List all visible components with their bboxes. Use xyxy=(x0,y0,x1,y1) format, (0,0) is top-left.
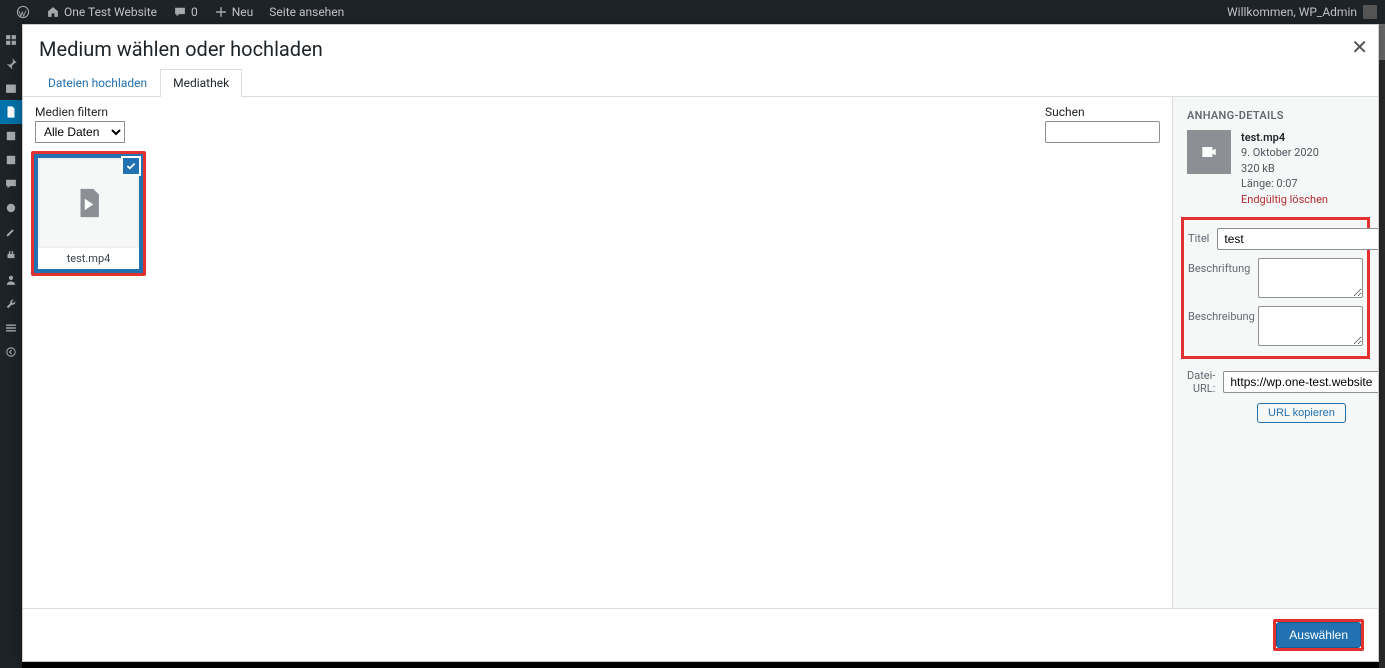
brush-icon xyxy=(4,225,18,239)
menu-users[interactable] xyxy=(0,268,22,292)
user-icon xyxy=(4,273,18,287)
filter-label: Medien filtern xyxy=(35,105,125,119)
caption-label: Beschriftung xyxy=(1188,258,1250,275)
sidebar-heading: ANHANG-DETAILS xyxy=(1187,109,1364,122)
attachment-info: test.mp4 9. Oktober 2020 320 kB Länge: 0… xyxy=(1187,130,1364,207)
comments-link[interactable]: 0 xyxy=(165,5,206,19)
caption-input[interactable] xyxy=(1258,258,1363,298)
plug-icon xyxy=(4,249,18,263)
menu-appearance[interactable] xyxy=(0,220,22,244)
generic-icon xyxy=(4,201,18,215)
attachment-item[interactable]: test.mp4 xyxy=(31,151,146,276)
menu-collapse[interactable] xyxy=(0,340,22,364)
close-button[interactable]: ✕ xyxy=(1351,35,1368,60)
title-label: Titel xyxy=(1188,228,1209,245)
media-frame: Medien filtern Alle Daten Suchen xyxy=(23,97,1173,608)
modal-tabs: Dateien hochladen Mediathek xyxy=(23,69,1378,97)
modal-header: Medium wählen oder hochladen ✕ xyxy=(23,25,1378,69)
comment-icon xyxy=(173,5,187,19)
page-icon xyxy=(4,105,18,119)
site-name: One Test Website xyxy=(64,5,157,19)
generic-icon xyxy=(4,129,18,143)
attachment-info-meta: test.mp4 9. Oktober 2020 320 kB Länge: 0… xyxy=(1241,130,1328,207)
greeting-text[interactable]: Willkommen, WP_Admin xyxy=(1227,5,1357,19)
close-icon: ✕ xyxy=(1351,37,1368,59)
menu-media[interactable] xyxy=(0,76,22,100)
description-label: Beschreibung xyxy=(1188,306,1250,323)
pin-icon xyxy=(4,57,18,71)
title-input[interactable] xyxy=(1217,228,1378,250)
select-button[interactable]: Auswählen xyxy=(1276,622,1361,648)
menu-plugins[interactable] xyxy=(0,244,22,268)
attachment-info-thumb xyxy=(1187,130,1231,174)
site-name-link[interactable]: One Test Website xyxy=(38,5,165,19)
menu-item[interactable] xyxy=(0,196,22,220)
check-icon xyxy=(125,160,137,172)
description-input[interactable] xyxy=(1258,306,1363,346)
wrench-icon xyxy=(4,297,18,311)
media-modal: Medium wählen oder hochladen ✕ Dateien h… xyxy=(22,24,1379,662)
dashboard-icon xyxy=(4,33,18,47)
menu-settings[interactable] xyxy=(0,316,22,340)
menu-item[interactable] xyxy=(0,124,22,148)
attachment-filename: test.mp4 xyxy=(38,248,139,269)
modal-title: Medium wählen oder hochladen xyxy=(39,37,1362,61)
admin-menu xyxy=(0,24,22,668)
meta-length: Länge: 0:07 xyxy=(1241,176,1328,191)
new-content-link[interactable]: Neu xyxy=(206,5,262,19)
generic-icon xyxy=(4,153,18,167)
menu-posts[interactable] xyxy=(0,52,22,76)
menu-item[interactable] xyxy=(0,148,22,172)
comments-count: 0 xyxy=(191,5,198,19)
menu-tools[interactable] xyxy=(0,292,22,316)
attachment-check[interactable] xyxy=(121,156,141,176)
wordpress-icon xyxy=(16,5,30,19)
page-scrollbar-track xyxy=(1379,24,1385,668)
meta-filename: test.mp4 xyxy=(1241,130,1328,145)
media-sidebar: ANHANG-DETAILS test.mp4 9. Oktober 2020 … xyxy=(1173,97,1378,608)
view-page-label: Seite ansehen xyxy=(269,5,344,19)
tab-library[interactable]: Mediathek xyxy=(160,69,242,97)
wp-logo[interactable] xyxy=(8,5,38,19)
search-label: Suchen xyxy=(1045,105,1160,119)
tab-upload[interactable]: Dateien hochladen xyxy=(35,69,160,97)
meta-size: 320 kB xyxy=(1241,161,1328,176)
url-label: Datei-URL: xyxy=(1187,369,1215,395)
view-page-link[interactable]: Seite ansehen xyxy=(261,5,352,19)
modal-body: Medien filtern Alle Daten Suchen xyxy=(23,97,1378,608)
detail-fields-group: Titel Beschriftung Beschreibung xyxy=(1181,217,1370,359)
wp-admin-bar: One Test Website 0 Neu Seite ansehen Wil… xyxy=(0,0,1385,24)
home-icon xyxy=(46,5,60,19)
page-scrollbar-thumb[interactable] xyxy=(1379,24,1385,60)
delete-link[interactable]: Endgültig löschen xyxy=(1241,192,1328,207)
avatar[interactable] xyxy=(1363,5,1377,19)
sliders-icon xyxy=(4,321,18,335)
comment-icon xyxy=(4,177,18,191)
url-input[interactable] xyxy=(1223,371,1378,393)
menu-comments[interactable] xyxy=(0,172,22,196)
plus-icon xyxy=(214,5,228,19)
video-file-icon xyxy=(72,186,106,220)
search-input[interactable] xyxy=(1045,121,1160,143)
media-icon xyxy=(4,81,18,95)
meta-date: 9. Oktober 2020 xyxy=(1241,145,1328,160)
menu-pages[interactable] xyxy=(0,100,22,124)
menu-dashboard[interactable] xyxy=(0,28,22,52)
filter-select[interactable]: Alle Daten xyxy=(35,121,125,143)
modal-footer: Auswählen xyxy=(23,608,1378,661)
media-grid: test.mp4 xyxy=(23,147,1172,280)
copy-url-button[interactable]: URL kopieren xyxy=(1257,403,1346,423)
media-toolbar: Medien filtern Alle Daten Suchen xyxy=(23,97,1172,147)
collapse-icon xyxy=(4,345,18,359)
video-icon xyxy=(1199,142,1219,162)
new-label: Neu xyxy=(232,5,254,19)
